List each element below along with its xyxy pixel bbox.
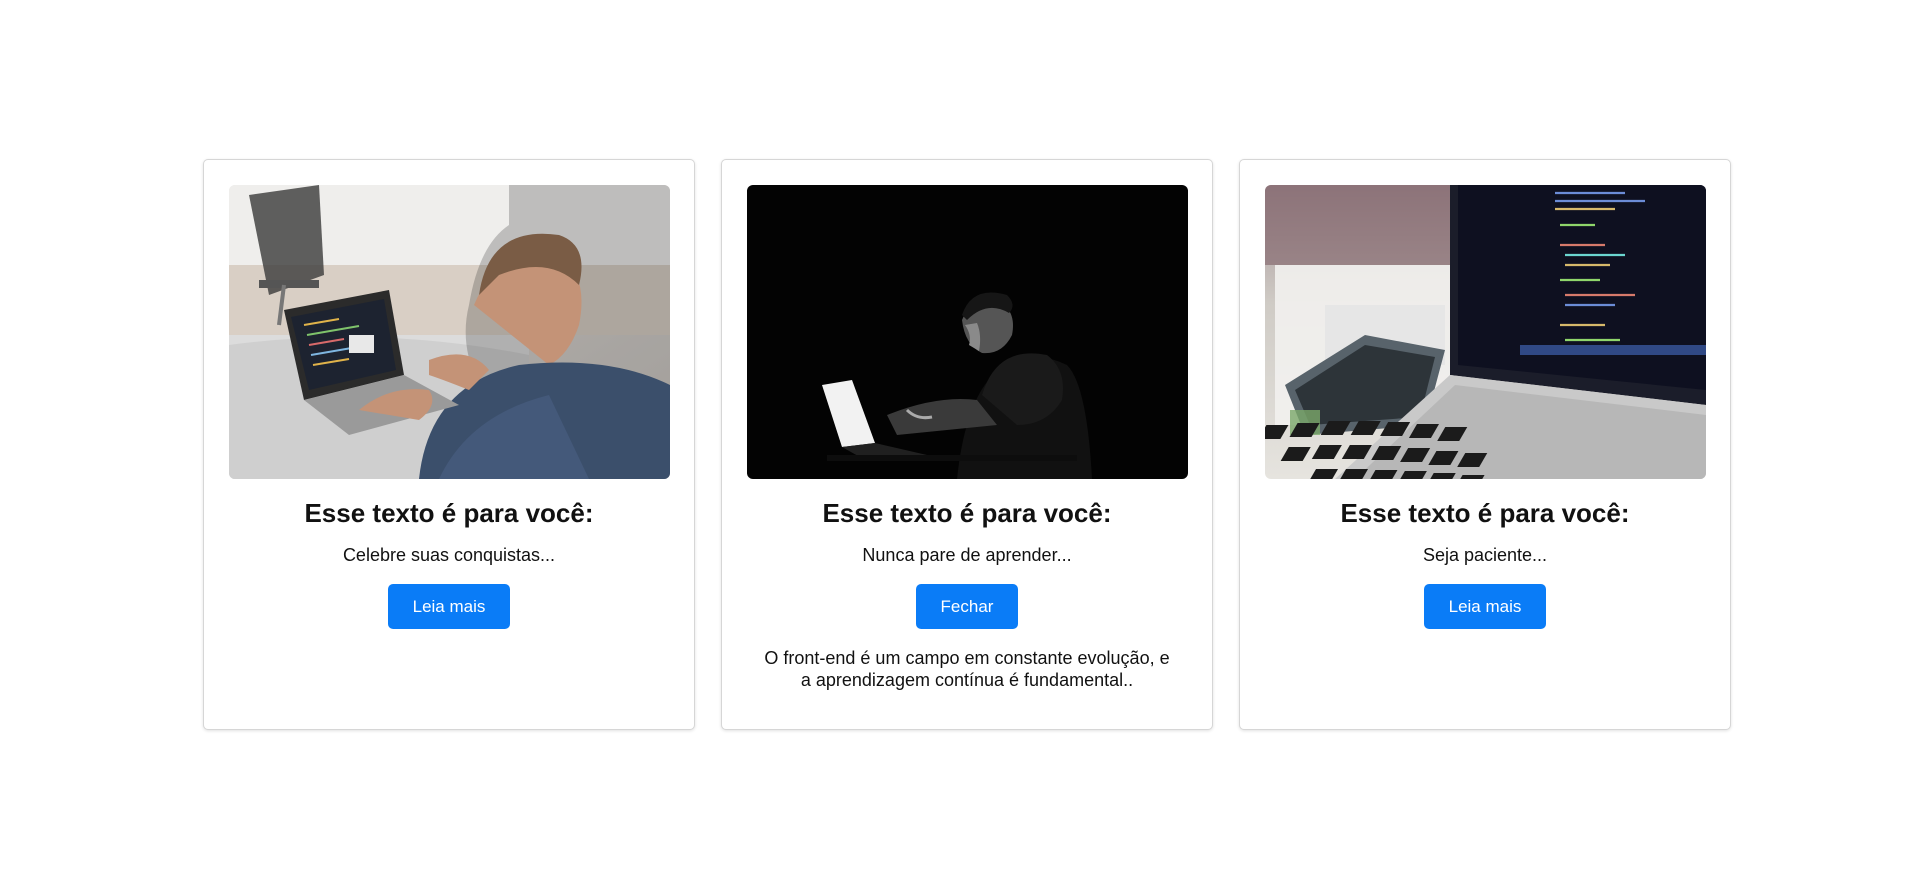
read-more-button[interactable]: Leia mais [387,584,511,629]
card-title: Esse texto é para você: [304,498,594,528]
card-subtitle: Nunca pare de aprender... [862,545,1072,565]
card-celebrate: Esse texto é para você: Celebre suas con… [203,159,695,730]
man-in-dark-laptop-photo [746,185,1188,479]
read-more-button[interactable]: Leia mais [1423,584,1547,629]
card-keep-learning: Esse texto é para você: Nunca pare de ap… [721,159,1213,730]
card-list: Esse texto é para você: Celebre suas con… [203,159,1731,730]
card-subtitle: Celebre suas conquistas... [342,545,556,565]
card-expanded-text: O front-end é um campo em constante evol… [764,648,1170,690]
close-button[interactable]: Fechar [915,584,1019,629]
card-subtitle: Seja paciente... [1422,545,1548,565]
card-be-patient: Esse texto é para você: Seja paciente...… [1239,159,1731,730]
man-with-laptop-photo [228,185,670,479]
card-title: Esse texto é para você: [1340,498,1630,528]
laptop-code-photo [1264,185,1706,479]
card-title: Esse texto é para você: [822,498,1112,528]
